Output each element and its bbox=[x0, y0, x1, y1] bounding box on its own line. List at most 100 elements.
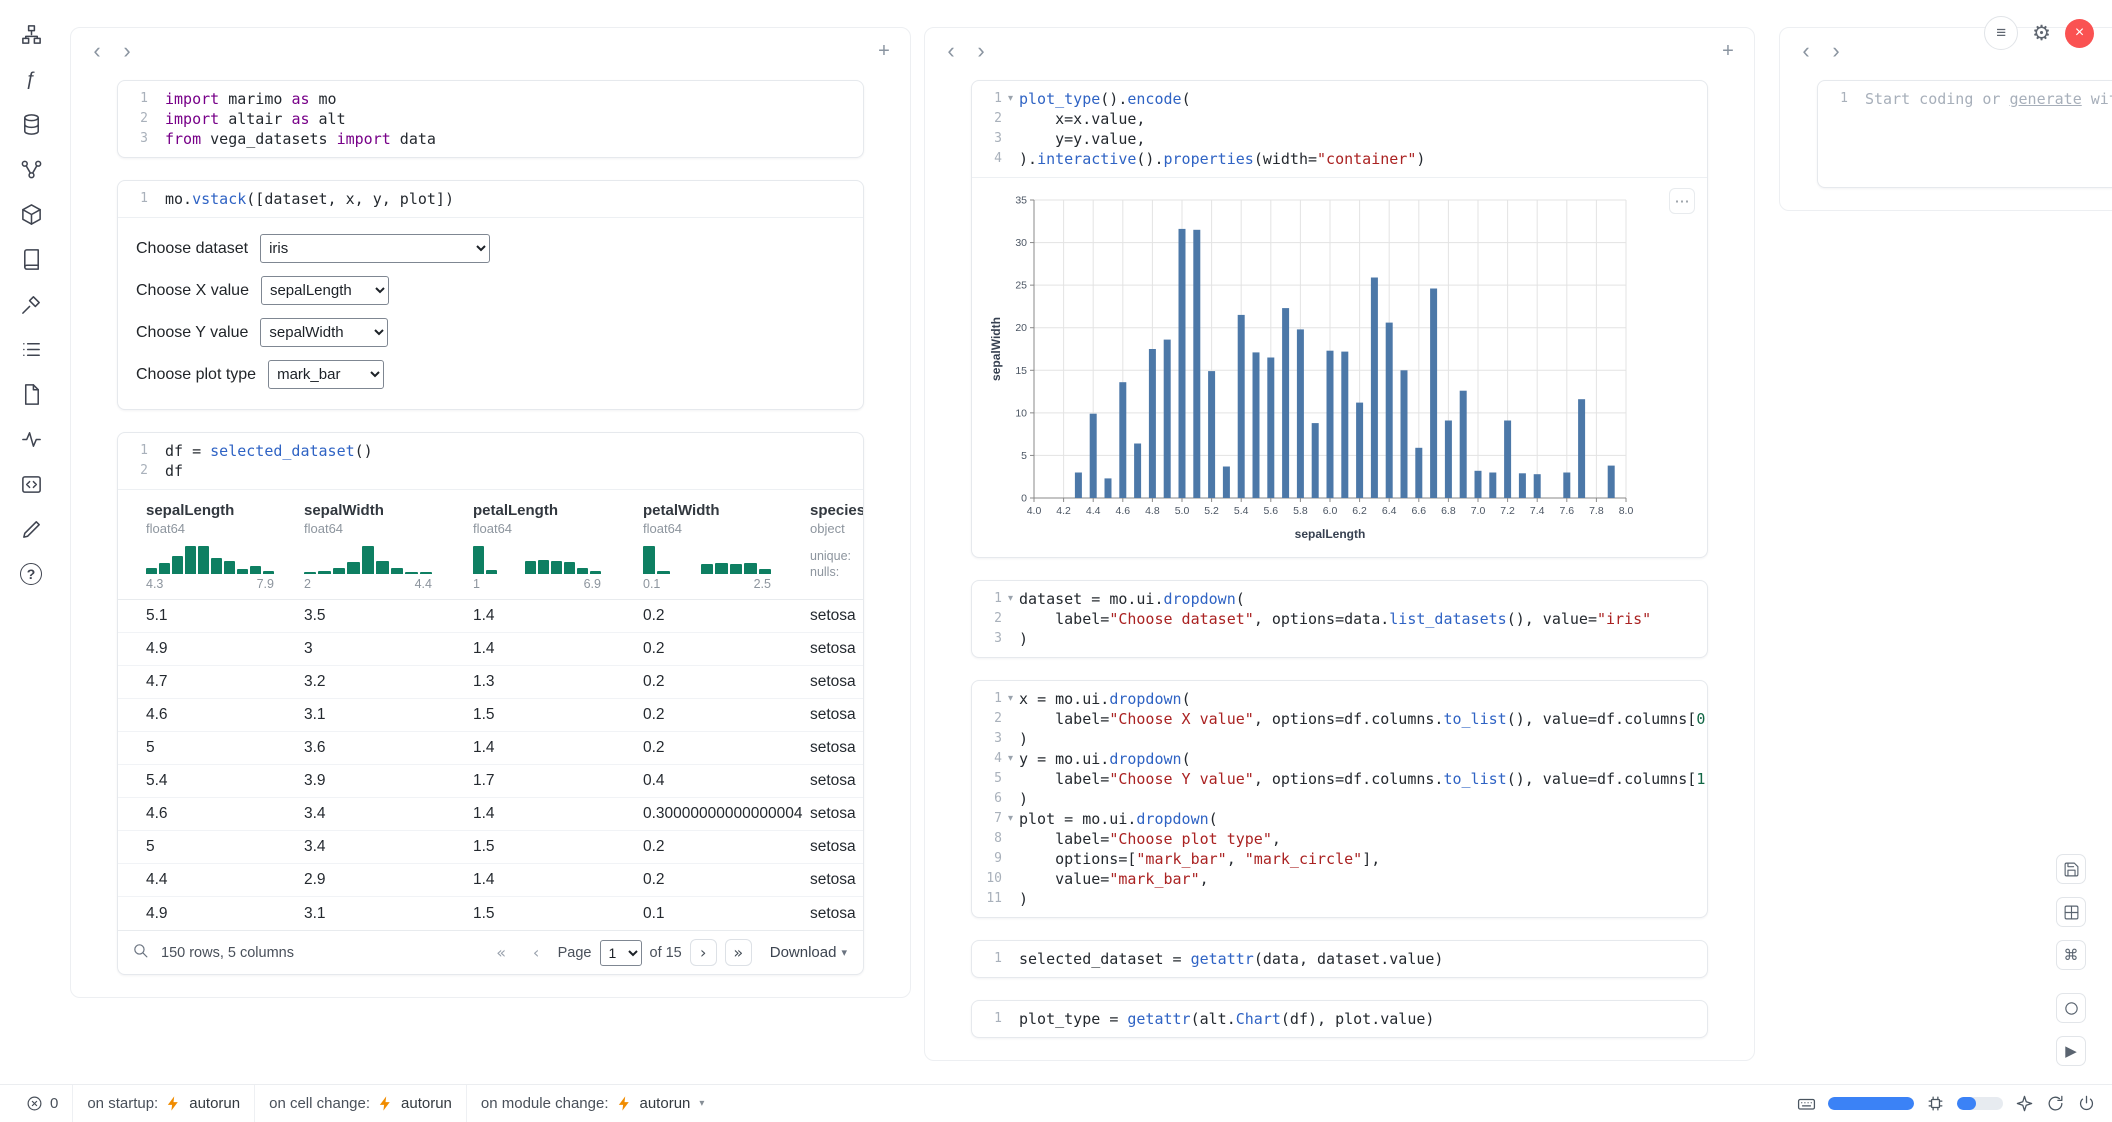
cell-plot-type[interactable]: 1plot_type = getattr(alt.Chart(df), plot… bbox=[971, 1000, 1708, 1038]
scratchpad-button[interactable] bbox=[13, 511, 49, 547]
help-button[interactable]: ? bbox=[13, 556, 49, 592]
table-row[interactable]: 4.42.91.40.2setosa bbox=[118, 864, 863, 897]
fold-chevron-icon[interactable]: ▾ bbox=[1002, 809, 1019, 829]
chart-menu-button[interactable]: ⋯ bbox=[1669, 188, 1695, 214]
dependencies-button[interactable] bbox=[13, 151, 49, 187]
settings-button[interactable]: ⚙ bbox=[2032, 21, 2051, 46]
code-text: ) bbox=[1019, 889, 1028, 909]
snippets-button[interactable] bbox=[13, 466, 49, 502]
generate-link[interactable]: generate bbox=[2010, 90, 2082, 108]
code-editor[interactable]: 1import marimo as mo2import altair as al… bbox=[118, 81, 863, 157]
errors-indicator[interactable]: 0 bbox=[12, 1085, 72, 1122]
cell-plot[interactable]: 1▾plot_type().encode(2 x=x.value,3 y=y.v… bbox=[971, 80, 1708, 558]
file-explorer-button[interactable] bbox=[13, 16, 49, 52]
table-row[interactable]: 53.41.50.2setosa bbox=[118, 831, 863, 864]
cell-dataset-dropdown[interactable]: 1▾dataset = mo.ui.dropdown(2 label="Choo… bbox=[971, 580, 1708, 658]
fold-chevron-icon[interactable]: ▾ bbox=[1002, 589, 1019, 609]
on-cell-change-setting[interactable]: on cell change: autorun bbox=[254, 1085, 466, 1122]
dataset-select[interactable]: iris bbox=[260, 234, 490, 263]
save-button[interactable] bbox=[2056, 854, 2086, 884]
table-row[interactable]: 4.93.11.50.1setosa bbox=[118, 897, 863, 930]
table-row[interactable]: 5.43.91.70.4setosa bbox=[118, 765, 863, 798]
cell-dataframe[interactable]: 1df = selected_dataset()2df sepalLengthf… bbox=[117, 432, 864, 975]
shutdown-button[interactable]: × bbox=[2065, 19, 2094, 48]
on-startup-setting[interactable]: on startup: autorun bbox=[72, 1085, 254, 1122]
run-all-button[interactable]: ▶ bbox=[2056, 1036, 2086, 1066]
code-editor[interactable]: 1▾dataset = mo.ui.dropdown(2 label="Choo… bbox=[972, 581, 1707, 657]
cpu-meter[interactable] bbox=[1957, 1097, 2003, 1110]
column-prev-button[interactable]: ‹ bbox=[1792, 37, 1820, 65]
column-type: float64 bbox=[643, 521, 800, 536]
connection-button[interactable] bbox=[2077, 1094, 2096, 1113]
plot-svg[interactable]: 4.04.24.44.64.85.05.25.45.65.86.06.26.46… bbox=[988, 188, 1636, 544]
download-button[interactable]: Download▾ bbox=[770, 944, 847, 961]
column-prev-button[interactable]: ‹ bbox=[937, 37, 965, 65]
on-cell-change-value: autorun bbox=[401, 1095, 452, 1112]
column-next-button[interactable]: › bbox=[113, 37, 141, 65]
table-row[interactable]: 4.63.41.40.30000000000000004setosa bbox=[118, 798, 863, 831]
add-cell-button[interactable]: + bbox=[870, 37, 898, 65]
table-cell: setosa bbox=[810, 607, 864, 625]
code-editor[interactable]: 1▾x = mo.ui.dropdown(2 label="Choose X v… bbox=[972, 681, 1707, 917]
restart-button[interactable] bbox=[2046, 1094, 2065, 1113]
cell-vstack[interactable]: 1mo.vstack([dataset, x, y, plot]) Choose… bbox=[117, 180, 864, 410]
prev-page-button[interactable]: ‹ bbox=[523, 939, 550, 966]
column-next-button[interactable]: › bbox=[1822, 37, 1850, 65]
table-cell: 3.6 bbox=[304, 739, 473, 757]
table-row[interactable]: 4.73.21.30.2setosa bbox=[118, 666, 863, 699]
shortcuts-button[interactable]: ⌘ bbox=[2056, 940, 2086, 970]
cell-selected-dataset[interactable]: 1selected_dataset = getattr(data, datase… bbox=[971, 940, 1708, 978]
keyboard-button[interactable] bbox=[1797, 1094, 1816, 1113]
table-column-header[interactable]: petalWidthfloat640.12.5 bbox=[643, 502, 810, 591]
code-editor[interactable]: 1mo.vstack([dataset, x, y, plot]) bbox=[118, 181, 863, 217]
code-editor[interactable]: 1▾plot_type().encode(2 x=x.value,3 y=y.v… bbox=[972, 81, 1707, 177]
outline-button[interactable] bbox=[13, 331, 49, 367]
page-select[interactable]: 1 bbox=[600, 940, 642, 966]
table-row[interactable]: 53.61.40.2setosa bbox=[118, 732, 863, 765]
table-column-header[interactable]: speciesobjectunique:nulls: bbox=[810, 502, 864, 591]
code-editor[interactable]: 1 Start coding or generate with AI bbox=[1818, 81, 2112, 187]
ai-button[interactable] bbox=[2015, 1094, 2034, 1113]
table-row[interactable]: 4.931.40.2setosa bbox=[118, 633, 863, 666]
table-row[interactable]: 5.13.51.40.2setosa bbox=[118, 600, 863, 633]
logs-button[interactable] bbox=[13, 286, 49, 322]
add-cell-button[interactable]: + bbox=[1714, 37, 1742, 65]
last-page-button[interactable]: » bbox=[725, 939, 752, 966]
table-footer: 150 rows, 5 columns « ‹ Page 1 of 15 › »… bbox=[118, 930, 863, 974]
cell-empty[interactable]: 1 Start coding or generate with AI bbox=[1817, 80, 2112, 188]
column-prev-button[interactable]: ‹ bbox=[83, 37, 111, 65]
table-column-header[interactable]: petalLengthfloat6416.9 bbox=[473, 502, 643, 591]
first-page-button[interactable]: « bbox=[488, 939, 515, 966]
fold-chevron-icon[interactable]: ▾ bbox=[1002, 749, 1019, 769]
table-row[interactable]: 4.63.11.50.2setosa bbox=[118, 699, 863, 732]
search-icon[interactable] bbox=[132, 942, 149, 964]
line-number: 6 bbox=[972, 789, 1002, 809]
x-value-select[interactable]: sepalLength bbox=[261, 276, 389, 305]
code-editor[interactable]: 1df = selected_dataset()2df bbox=[118, 433, 863, 489]
memory-meter[interactable] bbox=[1828, 1097, 1914, 1110]
menu-button[interactable]: ≡ bbox=[1984, 16, 2018, 50]
fold-chevron-icon[interactable]: ▾ bbox=[1002, 89, 1019, 109]
layout-button[interactable] bbox=[2056, 897, 2086, 927]
data-sources-button[interactable] bbox=[13, 106, 49, 142]
next-page-button[interactable]: › bbox=[690, 939, 717, 966]
files-button[interactable] bbox=[13, 376, 49, 412]
cell-xy-plot-dropdowns[interactable]: 1▾x = mo.ui.dropdown(2 label="Choose X v… bbox=[971, 680, 1708, 918]
column-type: float64 bbox=[146, 521, 294, 536]
packages-button[interactable] bbox=[13, 196, 49, 232]
fold-chevron-icon[interactable]: ▾ bbox=[1002, 689, 1019, 709]
table-column-header[interactable]: sepalLengthfloat644.37.9 bbox=[146, 502, 304, 591]
documentation-button[interactable] bbox=[13, 241, 49, 277]
y-value-select[interactable]: sepalWidth bbox=[260, 318, 388, 347]
bar bbox=[1430, 289, 1437, 499]
table-column-header[interactable]: sepalWidthfloat6424.4 bbox=[304, 502, 473, 591]
status-button[interactable] bbox=[2056, 993, 2086, 1023]
plot-type-select[interactable]: mark_bar bbox=[268, 360, 384, 389]
on-module-change-setting[interactable]: on module change: autorun ▾ bbox=[466, 1085, 719, 1122]
tracing-button[interactable] bbox=[13, 421, 49, 457]
code-editor[interactable]: 1selected_dataset = getattr(data, datase… bbox=[972, 941, 1707, 977]
cell-imports[interactable]: 1import marimo as mo2import altair as al… bbox=[117, 80, 864, 158]
variables-button[interactable]: ƒ bbox=[13, 61, 49, 97]
code-editor[interactable]: 1plot_type = getattr(alt.Chart(df), plot… bbox=[972, 1001, 1707, 1037]
column-next-button[interactable]: › bbox=[967, 37, 995, 65]
